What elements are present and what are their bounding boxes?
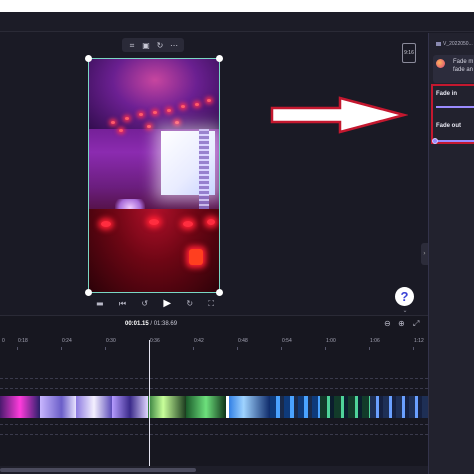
more-icon[interactable]: ⋯: [170, 41, 179, 50]
fade-in-slider[interactable]: [436, 106, 474, 108]
right-arrow-icon: [270, 96, 408, 134]
help-button[interactable]: ?: [395, 287, 414, 306]
tick-label: 0: [2, 338, 5, 344]
fade-out-slider-knob[interactable]: [432, 138, 438, 144]
clip-thumbnail: [270, 396, 320, 418]
tick-label: 0:54: [282, 338, 292, 344]
camera-icon[interactable]: ▬: [96, 298, 104, 310]
resize-handle-top-left[interactable]: [85, 55, 92, 62]
tick-label: 1:00: [326, 338, 336, 344]
clip-thumbnail: [112, 396, 148, 418]
crop-icon[interactable]: ⌗: [128, 41, 137, 50]
total-time: / 01:38.69: [150, 321, 178, 327]
video-preview[interactable]: [88, 58, 220, 293]
play-icon[interactable]: ▶: [163, 298, 171, 310]
clip-thumbnail: [370, 396, 428, 418]
skip-back-icon[interactable]: ⏮: [119, 298, 126, 310]
clip-file-name: V_2022050...: [436, 39, 474, 49]
fit-icon[interactable]: ▣: [142, 41, 151, 50]
clip-thumbnail: [320, 396, 370, 418]
tick-label: 0:36: [150, 338, 160, 344]
clip-thumbnail: [148, 396, 186, 418]
clip-thumbnail: [76, 396, 112, 418]
zoom-out-icon[interactable]: ⊖: [384, 319, 391, 328]
playhead[interactable]: [149, 340, 150, 474]
fade-in-label: Fade in: [436, 91, 458, 97]
fade-out-slider[interactable]: [436, 140, 474, 142]
fade-out-label: Fade out: [436, 123, 461, 129]
panel-collapse-toggle[interactable]: ›: [421, 243, 428, 265]
clip-thumbnail: [186, 396, 226, 418]
clip-thumbnail: [226, 396, 270, 418]
clip-thumbnail: [0, 396, 40, 418]
fullscreen-icon[interactable]: ⛶: [208, 298, 214, 310]
fade-info-card: Fade m fade an: [433, 55, 474, 83]
rotate-icon[interactable]: ↻: [156, 41, 165, 50]
resize-handle-bottom-right[interactable]: [216, 289, 223, 296]
palette-icon: [436, 59, 445, 68]
tick-label: 0:30: [106, 338, 116, 344]
editor-header: [0, 12, 474, 32]
current-time: 00:01.15: [125, 321, 149, 327]
video-track-clip[interactable]: [0, 396, 428, 418]
aspect-ratio-button[interactable]: 9:16: [402, 43, 416, 63]
frame-toolbar: ⌗ ▣ ↻ ⋯: [122, 38, 184, 52]
playback-controls: ▬ ⏮ ↺ ▶ ↻ ⛶: [96, 297, 214, 311]
chevron-down-icon[interactable]: ⌄: [396, 308, 414, 314]
forward-5-icon[interactable]: ↻: [186, 298, 193, 310]
zoom-in-icon[interactable]: ⊕: [398, 319, 405, 328]
window-top-strip: [0, 0, 474, 12]
resize-handle-top-right[interactable]: [216, 55, 223, 62]
clip-thumbnail: [40, 396, 76, 418]
tick-label: 0:48: [238, 338, 248, 344]
time-readout: 00:01.15 / 01:38.69: [125, 321, 177, 327]
fade-info-line-1: Fade m: [453, 59, 474, 65]
tick-label: 1:06: [370, 338, 380, 344]
tick-label: 0:24: [62, 338, 72, 344]
rewind-5-icon[interactable]: ↺: [141, 298, 148, 310]
fade-info-line-2: fade an: [453, 67, 474, 73]
clip-split-handle[interactable]: [226, 396, 229, 418]
resize-handle-bottom-left[interactable]: [85, 289, 92, 296]
fit-timeline-icon[interactable]: ⤢: [413, 319, 419, 329]
timeline-scrollbar-thumb[interactable]: [0, 468, 196, 472]
tick-label: 0:42: [194, 338, 204, 344]
tick-label: 1:12: [414, 338, 424, 344]
video-clip-icon: [436, 41, 441, 46]
video-editor: ⌗ ▣ ↻ ⋯ 9:16 ▬ ⏮ ↺ ▶ ↻ ⛶ ? ⌄ › V_2022050…: [0, 0, 474, 474]
tick-label: 0:18: [18, 338, 28, 344]
